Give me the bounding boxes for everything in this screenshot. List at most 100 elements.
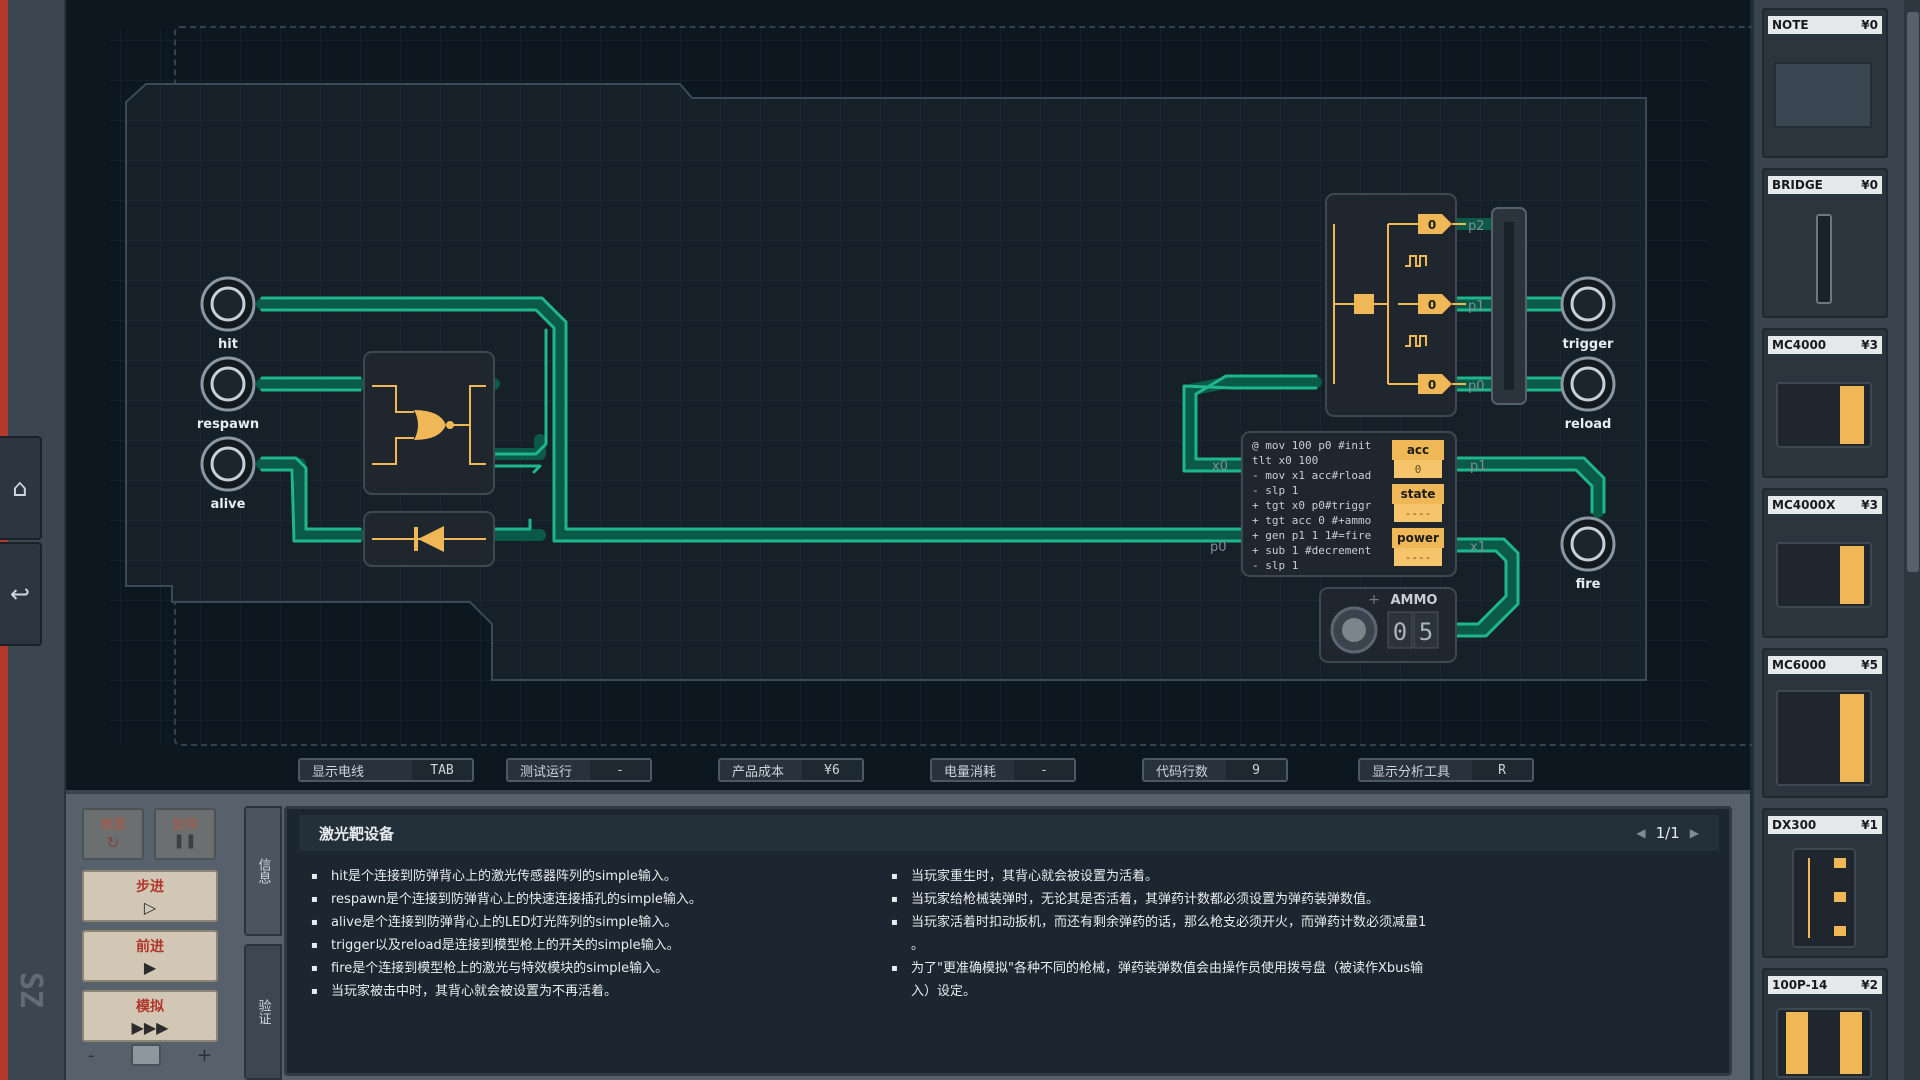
palette-mc6000[interactable]: MC6000 ¥5 [1762,648,1888,798]
fast-forward-icon: ▶▶▶ [131,1018,169,1037]
reset-label: 重置 [99,818,126,833]
ammo-plus[interactable]: + [1368,592,1380,608]
code-line[interactable]: + tgt acc 0 #+ammo [1252,514,1371,527]
continuation-text: 。 [911,938,925,953]
reset-icon: ↻ [106,833,120,852]
mc6000-chip[interactable]: x0 p0 p1 x1 @ mov 100 p0 #init tlt x0 10… [1210,431,1487,577]
list-item: hit是个连接到防弹背心上的激光传感器阵列的simple输入。 [311,865,891,888]
test-runs-stat: 测试运行 - [506,758,652,782]
palette-note[interactable]: NOTE ¥0 [1762,8,1888,158]
dx-value-p2: 0 [1428,218,1436,232]
reset-button[interactable]: 重置 ↻ [82,808,144,860]
register-state-value: ---- [1405,507,1432,520]
stat-value: R [1472,760,1532,780]
tab-verify[interactable]: 验证 [244,944,282,1080]
mc4000-preview [1772,364,1876,470]
step-label: 步进 [136,879,164,895]
next-page-icon[interactable]: ▶ [1690,826,1699,840]
advance-label: 前进 [136,939,164,955]
code-line[interactable]: - slp 1 [1252,559,1298,572]
palette-scrollbar[interactable] [1904,0,1920,1080]
show-analysis-toggle[interactable]: 显示分析工具 R [1358,758,1534,782]
game-screen: ⌂ ↩ SZ hit respawn alive trigger reload … [0,0,1920,1080]
ammo-dial[interactable]: AMMO + 0 5 [1319,587,1457,663]
pause-icon: ❚❚ [173,833,197,849]
info-bullets-left: hit是个连接到防弹背心上的激光传感器阵列的simple输入。 respawn是… [311,865,891,1003]
code-line[interactable]: + tgt x0 p0#triggr [1252,499,1372,512]
show-wires-toggle[interactable]: 显示电线 TAB [298,758,474,782]
stat-label: 电量消耗 [944,764,997,780]
register-power-label: power [1397,531,1439,545]
code-line[interactable]: + sub 1 #decrement [1252,544,1371,557]
palette-bridge[interactable]: BRIDGE ¥0 [1762,168,1888,318]
list-item: 为了"更准确模拟"各种不同的枪械，弹药装弹数值会由操作员使用拨号盘（被读作Xbu… [891,957,1451,980]
prev-page-icon[interactable]: ◀ [1636,826,1645,840]
trigger-label: trigger [1563,337,1615,352]
palette-name: MC4000 [1772,338,1827,352]
slider-plus[interactable]: + [197,1045,212,1066]
alive-label: alive [211,497,246,512]
stat-value: - [1014,760,1074,780]
code-line[interactable]: + gen p1 1 1#=fire [1252,529,1371,542]
simulate-button[interactable]: 模拟 ▶▶▶ [82,990,218,1042]
dx-pin-p0: p0 [1468,379,1485,394]
play-icon: ▶ [143,958,157,977]
stat-value: ¥6 [802,760,862,780]
palette-name: BRIDGE [1772,178,1823,192]
slider-knob[interactable] [130,1044,161,1066]
game-logo: SZ [13,972,48,1009]
code-line[interactable]: @ mov 100 p0 #init [1252,439,1371,452]
step-button[interactable]: 步进 ▷ [82,870,218,922]
advance-button[interactable]: 前进 ▶ [82,930,218,982]
100p14-preview [1772,1004,1876,1080]
stat-value: 9 [1226,760,1286,780]
scrollbar-thumb[interactable] [1907,12,1919,572]
list-item: 当玩家重生时，其背心就会被设置为活着。 [891,865,1451,888]
palette-price: ¥1 [1861,818,1878,832]
dx-value-p0: 0 [1428,378,1436,392]
palette-price: ¥0 [1861,178,1878,192]
palette-100p14[interactable]: 100P-14 ¥2 [1762,968,1888,1080]
ammo-label: AMMO [1391,593,1438,608]
code-line[interactable]: - slp 1 [1252,484,1298,497]
info-header: 激光靶设备 ◀ 1/1 ▶ [299,815,1719,851]
simulate-label: 模拟 [136,999,164,1015]
info-title: 激光靶设备 [319,824,395,843]
palette-price: ¥3 [1861,498,1878,512]
list-item: fire是个连接到模型枪上的激光与特效模块的simple输入。 [311,957,891,980]
bridge-preview [1772,204,1876,310]
register-power-value: ---- [1405,551,1432,564]
palette-card-header: DX300 ¥1 [1768,816,1882,834]
palette-dx300[interactable]: DX300 ¥1 [1762,808,1888,958]
slider-minus[interactable]: - [88,1045,95,1066]
ammo-digit-ones: 5 [1419,618,1433,646]
tab-verify-label: 验证 [255,999,271,1025]
component-palette: NOTE ¥0 BRIDGE ¥0 MC4000 ¥3 MC4000X ¥3 M… [1752,0,1920,1080]
palette-card-header: MC4000 ¥3 [1768,336,1882,354]
tab-info[interactable]: 信息 [244,806,282,936]
stat-label: 显示电线 [312,764,365,780]
palette-mc4000x[interactable]: MC4000X ¥3 [1762,488,1888,638]
code-line[interactable]: - mov x1 acc#rload [1252,469,1371,482]
palette-card-header: 100P-14 ¥2 [1768,976,1882,994]
pause-button[interactable]: 暂停 ❚❚ [154,808,216,860]
stat-label: 代码行数 [1156,764,1209,780]
mc-pin-p0: p0 [1210,540,1227,555]
register-acc-value: 0 [1415,463,1422,476]
register-acc-label: acc [1407,443,1429,457]
diode-chip[interactable] [363,511,495,567]
list-item: alive是个连接到防弹背心上的LED灯光阵列的simple输入。 [311,911,891,934]
lines-of-code-stat: 代码行数 9 [1142,758,1288,782]
nor-gate-chip[interactable] [363,351,495,495]
hit-label: hit [218,337,238,352]
palette-card-header: BRIDGE ¥0 [1768,176,1882,194]
palette-mc4000[interactable]: MC4000 ¥3 [1762,328,1888,478]
stat-value: TAB [412,760,472,780]
list-item-continuation: 。 [891,934,1451,957]
code-line[interactable]: tlt x0 100 [1252,454,1318,467]
palette-price: ¥0 [1861,18,1878,32]
respawn-label: respawn [197,417,259,432]
palette-price: ¥5 [1861,658,1878,672]
speed-slider[interactable]: - + [82,1042,218,1068]
list-item: trigger以及reload是连接到模型枪上的开关的simple输入。 [311,934,891,957]
